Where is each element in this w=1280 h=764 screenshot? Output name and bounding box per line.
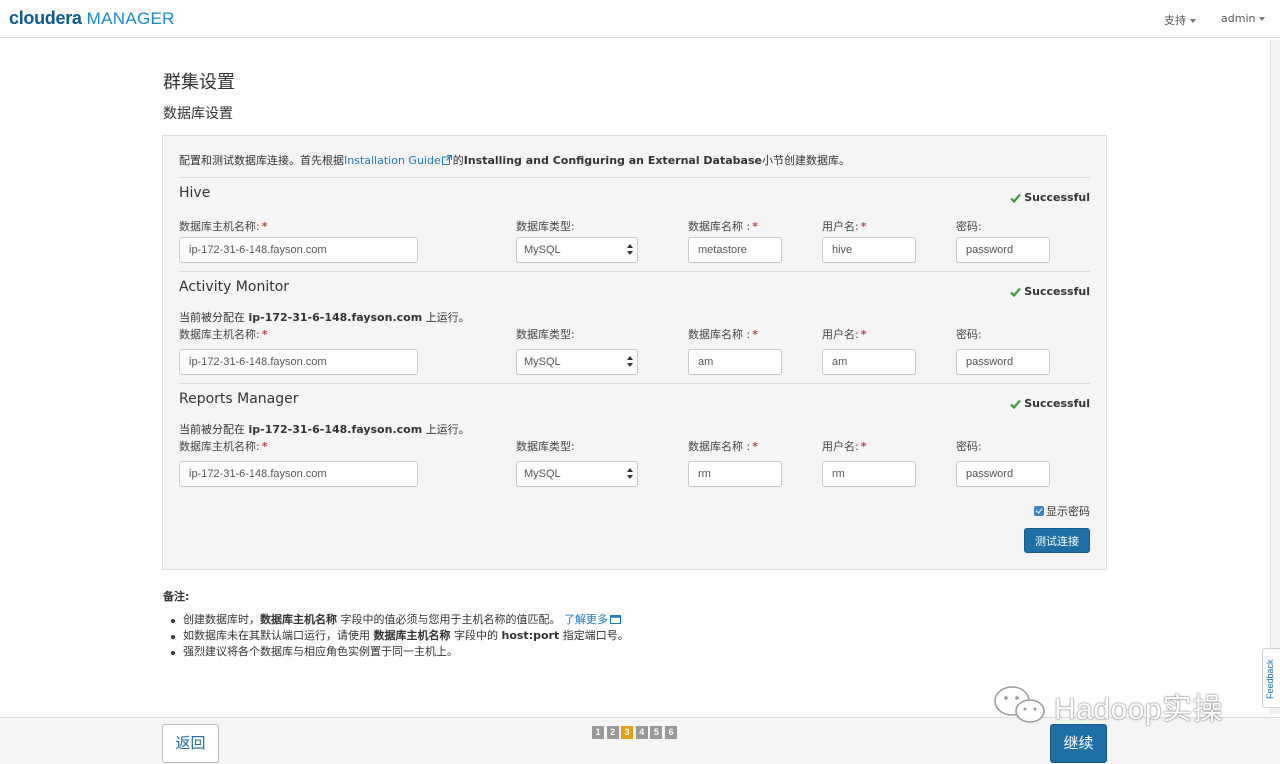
support-menu-label: 支持 xyxy=(1164,14,1186,27)
page-subtitle: 数据库设置 xyxy=(163,106,233,122)
external-link-icon xyxy=(441,155,452,165)
reports-manager-section: Reports Manager Successful 当前被分配在 ip-172… xyxy=(179,383,1090,493)
feedback-tab[interactable]: Feedback xyxy=(1262,648,1280,708)
intro-suffix: 小节创建数据库。 xyxy=(761,154,850,167)
status-badge: Successful xyxy=(1010,191,1090,204)
host-input[interactable]: ip-172-31-6-148.fayson.com xyxy=(179,461,418,487)
username-input[interactable]: hive xyxy=(822,237,916,263)
hive-section: Hive Successful 数据库主机名称: * 数据库类型: 数据库名称 :… xyxy=(179,177,1090,271)
status-badge: Successful xyxy=(1010,397,1090,410)
list-item: 如数据库未在其默认端口运行，请使用 数据库主机名称 字段中的 host:port… xyxy=(170,628,629,644)
host-label: 数据库主机名称: * xyxy=(179,220,268,233)
host-label: 数据库主机名称: * xyxy=(179,440,268,453)
type-label: 数据库类型: xyxy=(516,440,575,453)
logo-product: MANAGER xyxy=(86,9,175,28)
status-badge: Successful xyxy=(1010,285,1090,298)
password-input[interactable]: password xyxy=(956,461,1050,487)
page-scrollbar[interactable] xyxy=(1270,40,1280,714)
wizard-step-active: 3 xyxy=(621,726,634,739)
wizard-step: 4 xyxy=(635,726,648,739)
intro-bold: Installing and Configuring an External D… xyxy=(463,154,762,167)
check-icon xyxy=(1010,287,1022,297)
username-input[interactable]: am xyxy=(822,349,916,375)
back-button[interactable]: 返回 xyxy=(162,724,219,763)
top-navbar: cloudera MANAGER 支持 admin xyxy=(0,0,1280,38)
watermark-text: Hadoop实操 xyxy=(1054,693,1224,726)
chevron-down-icon xyxy=(1190,19,1196,23)
check-icon xyxy=(1010,193,1022,203)
username-input[interactable]: rm xyxy=(822,461,916,487)
wizard-step-indicator: 123456 xyxy=(592,726,680,739)
intro-mid: 的 xyxy=(452,154,464,167)
status-text: Successful xyxy=(1024,397,1090,410)
section-title: Reports Manager xyxy=(179,391,299,407)
host-input[interactable]: ip-172-31-6-148.fayson.com xyxy=(179,237,418,263)
assigned-host-text: 当前被分配在 ip-172-31-6-148.fayson.com 上运行。 xyxy=(179,311,470,324)
host-input[interactable]: ip-172-31-6-148.fayson.com xyxy=(179,349,418,375)
password-label: 密码: xyxy=(956,328,982,341)
dbname-label: 数据库名称 : * xyxy=(688,440,758,453)
password-label: 密码: xyxy=(956,220,982,233)
learn-more-link[interactable]: 了解更多 xyxy=(564,613,608,626)
check-icon xyxy=(1010,399,1022,409)
select-arrows-icon xyxy=(627,468,633,480)
intro-text: 配置和测试数据库连接。首先根据Installation Guide 的Instal… xyxy=(179,152,850,168)
show-password-label: 显示密码 xyxy=(1046,505,1090,518)
wechat-icon xyxy=(994,686,1045,723)
continue-button[interactable]: 继续 xyxy=(1050,724,1107,763)
dbname-input[interactable]: am xyxy=(688,349,782,375)
activity-monitor-section: Activity Monitor Successful 当前被分配在 ip-17… xyxy=(179,271,1090,383)
wizard-step: 1 xyxy=(592,726,604,739)
checkbox-checked-icon[interactable] xyxy=(1034,506,1044,516)
notes-title: 备注: xyxy=(163,590,190,603)
section-title: Hive xyxy=(179,185,211,201)
wizard-step: 2 xyxy=(606,726,619,739)
wizard-step: 5 xyxy=(650,726,663,739)
show-password-checkbox[interactable]: 显示密码 xyxy=(1034,503,1090,519)
wizard-step: 6 xyxy=(664,726,677,739)
user-menu[interactable]: admin xyxy=(1221,12,1266,25)
test-connection-button[interactable]: 测试连接 xyxy=(1024,528,1090,553)
assigned-host-text: 当前被分配在 ip-172-31-6-148.fayson.com 上运行。 xyxy=(179,423,470,436)
feedback-label: Feedback xyxy=(1265,659,1275,699)
db-type-select[interactable]: MySQL xyxy=(516,349,638,375)
user-menu-label: admin xyxy=(1221,12,1256,25)
database-setup-panel: 配置和测试数据库连接。首先根据Installation Guide 的Instal… xyxy=(162,135,1107,570)
list-item: 强烈建议将各个数据库与相应角色实例置于同一主机上。 xyxy=(170,644,629,660)
chevron-down-icon xyxy=(1259,17,1266,21)
user-label: 用户名: * xyxy=(822,328,867,341)
select-arrows-icon xyxy=(627,356,633,368)
section-title: Activity Monitor xyxy=(179,279,290,295)
db-type-select[interactable]: MySQL xyxy=(516,461,638,487)
cloudera-manager-logo[interactable]: cloudera MANAGER xyxy=(9,8,175,29)
intro-prefix: 配置和测试数据库连接。首先根据 xyxy=(179,154,344,167)
select-arrows-icon xyxy=(627,244,633,256)
new-window-icon xyxy=(610,615,621,624)
type-label: 数据库类型: xyxy=(516,220,575,233)
status-text: Successful xyxy=(1024,285,1090,298)
status-text: Successful xyxy=(1024,191,1090,204)
password-label: 密码: xyxy=(956,440,982,453)
password-input[interactable]: password xyxy=(956,349,1050,375)
user-label: 用户名: * xyxy=(822,220,867,233)
dbname-label: 数据库名称 : * xyxy=(688,328,758,341)
logo-brand: cloudera xyxy=(9,8,82,28)
password-input[interactable]: password xyxy=(956,237,1050,263)
dbname-input[interactable]: metastore xyxy=(688,237,782,263)
dbname-input[interactable]: rm xyxy=(688,461,782,487)
page-title: 群集设置 xyxy=(163,72,235,93)
support-menu[interactable]: 支持 xyxy=(1164,12,1196,28)
installation-guide-link[interactable]: Installation Guide xyxy=(344,154,441,167)
user-label: 用户名: * xyxy=(822,440,867,453)
db-type-select[interactable]: MySQL xyxy=(516,237,638,263)
dbname-label: 数据库名称 : * xyxy=(688,220,758,233)
type-label: 数据库类型: xyxy=(516,328,575,341)
list-item: 创建数据库时，数据库主机名称 字段中的值必须与您用于主机名称的值匹配。 了解更多 xyxy=(170,612,629,628)
host-label: 数据库主机名称: * xyxy=(179,328,268,341)
notes-list: 创建数据库时，数据库主机名称 字段中的值必须与您用于主机名称的值匹配。 了解更多… xyxy=(170,612,629,660)
